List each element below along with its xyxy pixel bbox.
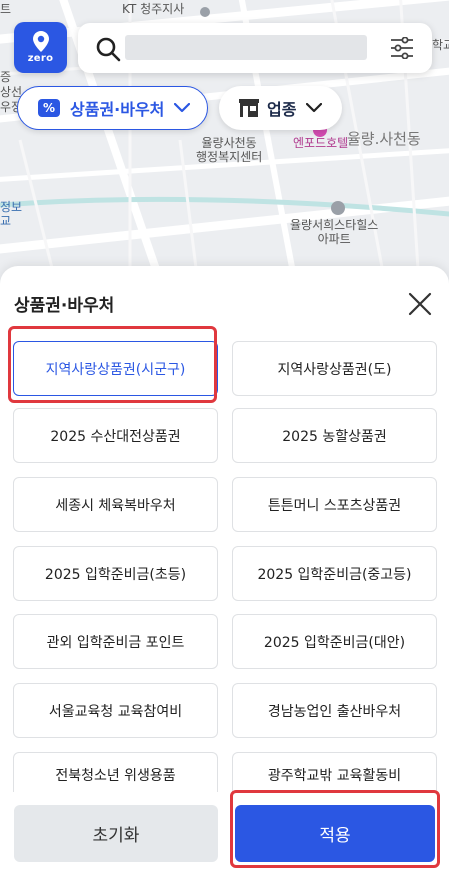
map-label: KT 청주지사 xyxy=(122,2,185,16)
filter-settings-icon[interactable] xyxy=(390,37,414,59)
map-label: 엔포드호텔 xyxy=(293,136,349,150)
map-label: 율량서희스타힐스 아파트 xyxy=(290,218,379,247)
map-label: 율량.사천동 xyxy=(347,130,421,148)
app-logo[interactable]: zero xyxy=(14,22,67,73)
reset-button[interactable]: 초기화 xyxy=(14,805,218,862)
map-label: 학교 xyxy=(432,38,449,52)
voucher-option[interactable]: 경남농업인 출산바우처 xyxy=(232,683,437,738)
voucher-option[interactable]: 튼튼머니 스포츠상품권 xyxy=(232,477,437,532)
voucher-option[interactable]: 2025 농할상품권 xyxy=(232,408,437,463)
voucher-filter-sheet: 상품권·바우처 지역사랑상품권(시군구) 지역사랑상품권(도) 2025 수산대… xyxy=(0,266,449,883)
map-label: 증 xyxy=(0,70,12,84)
voucher-option[interactable]: 관외 입학준비금 포인트 xyxy=(13,614,218,669)
close-icon[interactable] xyxy=(408,292,432,316)
voucher-option[interactable]: 지역사랑상품권(도) xyxy=(232,341,437,396)
store-icon xyxy=(239,99,259,117)
voucher-filter-chip[interactable]: % 상품권·바우처 xyxy=(17,86,208,130)
highlight-box xyxy=(230,790,440,868)
search-icon[interactable] xyxy=(95,36,121,62)
voucher-option[interactable]: 전북청소년 위생용품 xyxy=(13,752,218,792)
highlight-box xyxy=(8,326,217,403)
chevron-down-icon xyxy=(306,103,323,113)
voucher-chip-label: 상품권·바우처 xyxy=(70,100,165,119)
voucher-option[interactable]: 광주학교밖 교육활동비 xyxy=(232,752,437,792)
map-label: 정보 교 xyxy=(0,200,23,229)
voucher-option[interactable]: 2025 입학준비금(대안) xyxy=(232,614,437,669)
industry-chip-label: 업종 xyxy=(267,100,297,119)
search-bar[interactable] xyxy=(78,23,432,73)
voucher-option[interactable]: 2025 입학준비금(중고등) xyxy=(232,546,437,601)
percent-icon: % xyxy=(38,99,60,117)
logo-text: zero xyxy=(27,53,54,64)
map-label: 율량사천동 행정복지센터 xyxy=(196,136,263,165)
voucher-option[interactable]: 2025 입학준비금(초등) xyxy=(13,546,218,601)
search-input[interactable] xyxy=(125,35,367,60)
voucher-option[interactable]: 서울교육청 교육참여비 xyxy=(13,683,218,738)
voucher-option[interactable]: 세종시 체육복바우처 xyxy=(13,477,218,532)
map-label: 트 xyxy=(0,2,12,16)
industry-filter-chip[interactable]: 업종 xyxy=(219,86,342,130)
sheet-title: 상품권·바우처 xyxy=(14,296,115,316)
voucher-option[interactable]: 2025 수산대전상품권 xyxy=(13,408,218,463)
location-pin-icon xyxy=(32,31,49,52)
chevron-down-icon xyxy=(174,103,191,113)
